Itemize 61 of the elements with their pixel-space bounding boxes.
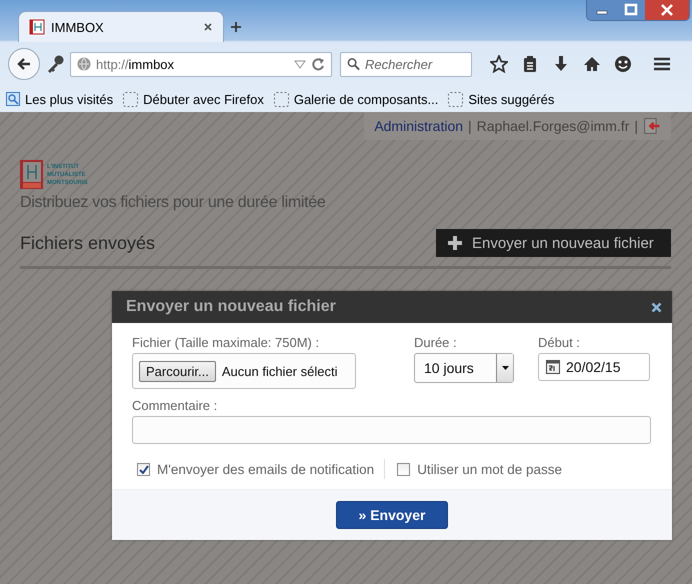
comment-field[interactable]: [132, 416, 651, 444]
blank-page-icon: [448, 92, 464, 106]
user-email: Raphael.Forges@imm.fr: [476, 118, 630, 134]
logout-icon[interactable]: [643, 116, 661, 136]
back-arrow-icon: [16, 56, 32, 72]
tab-title: IMMBOX: [51, 20, 105, 34]
browse-button[interactable]: Parcourir...: [139, 360, 216, 382]
bookmark-item[interactable]: Débuter avec Firefox: [123, 92, 264, 106]
file-status: Aucun fichier sélecti: [222, 364, 338, 378]
bookmark-item[interactable]: Les plus visités: [6, 92, 114, 106]
field-label: Durée :: [414, 335, 458, 350]
back-button[interactable]: [8, 48, 40, 80]
close-window-icon[interactable]: [645, 0, 689, 20]
new-file-button[interactable]: Envoyer un nouveau fichier: [436, 229, 671, 257]
bookmark-item[interactable]: Sites suggérés: [448, 92, 554, 106]
globe-icon: [77, 57, 91, 71]
separator: |: [634, 118, 638, 134]
favicon-icon: [29, 19, 45, 35]
download-icon[interactable]: [552, 55, 570, 73]
url-text: http://immbox: [96, 56, 176, 72]
minimize-icon[interactable]: [587, 0, 617, 20]
address-bar[interactable]: http://immbox: [70, 52, 332, 76]
maximize-icon[interactable]: [617, 0, 645, 20]
logo-icon: [20, 160, 43, 189]
smiley-icon[interactable]: [614, 55, 632, 73]
checkbox[interactable]: [397, 462, 410, 476]
checkbox[interactable]: [137, 462, 150, 476]
close-icon[interactable]: [651, 302, 662, 312]
search-field[interactable]: Rechercher: [340, 52, 472, 76]
reload-icon: [311, 57, 325, 71]
plus-icon: [448, 236, 462, 250]
submit-button[interactable]: » Envoyer: [336, 501, 448, 529]
browser-tab[interactable]: IMMBOX: [18, 11, 224, 42]
date-field[interactable]: 20/02/15: [538, 353, 650, 381]
tagline: Distribuez vos fichiers pour une durée limitée: [20, 194, 326, 212]
star-icon[interactable]: [490, 55, 508, 73]
bookmark-item[interactable]: Galerie de composants...: [274, 92, 438, 106]
caret-icon: [502, 366, 508, 370]
section-title: Fichiers envoyés: [20, 232, 156, 254]
duration-select[interactable]: 10 jours: [414, 353, 514, 383]
separator: |: [468, 118, 472, 134]
search-input[interactable]: Rechercher: [365, 56, 465, 72]
menu-icon[interactable]: [653, 55, 671, 73]
file-input[interactable]: Parcourir... Aucun fichier sélecti: [132, 353, 356, 389]
dialog-title: Envoyer un nouveau fichier: [126, 298, 336, 316]
key-icon: [46, 54, 64, 74]
field-label: Début :: [538, 335, 581, 350]
checkmark-icon: [138, 464, 148, 474]
clipboard-icon[interactable]: [521, 55, 539, 73]
home-icon[interactable]: [583, 55, 601, 73]
blank-page-icon: [274, 92, 289, 106]
field-label: Commentaire :: [132, 398, 218, 413]
close-tab-icon[interactable]: [203, 22, 213, 32]
blank-page-icon: [123, 92, 138, 106]
field-label: Fichier (Taille maximale: 750M) :: [132, 335, 320, 350]
search-icon: [347, 57, 360, 71]
calendar-icon: [546, 360, 560, 374]
new-tab-icon[interactable]: [230, 21, 242, 33]
admin-link[interactable]: Administration: [374, 118, 464, 134]
dropdown-icon: [294, 59, 306, 69]
bookmark-search-icon: [6, 92, 20, 106]
